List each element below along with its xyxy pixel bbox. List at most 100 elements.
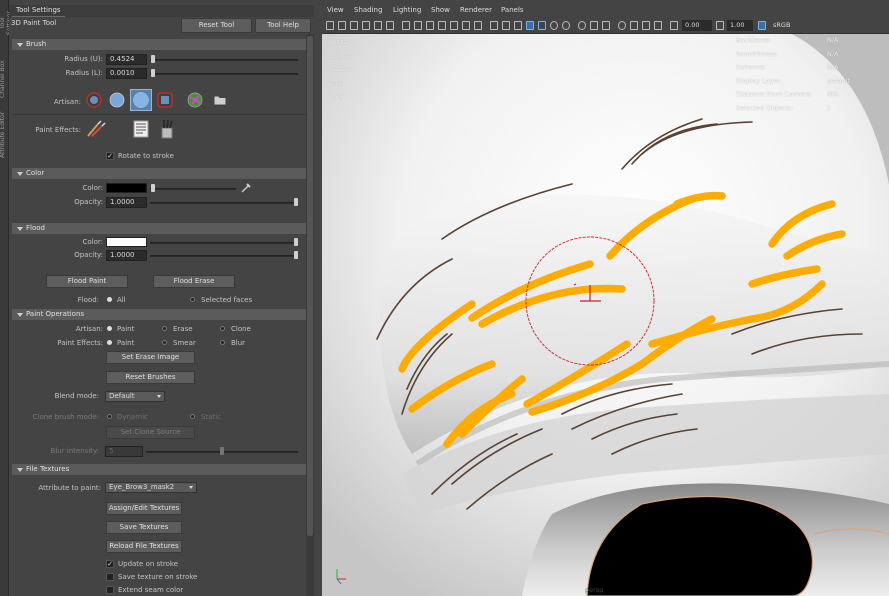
gamma-icon[interactable]: [716, 21, 724, 30]
image-plane-icon[interactable]: [362, 21, 370, 30]
menu-renderer[interactable]: Renderer: [460, 6, 492, 14]
radius-l-slider-thumb[interactable]: [151, 69, 156, 77]
tool-help-button[interactable]: Tool Help: [255, 18, 311, 33]
brush-square-icon[interactable]: [156, 91, 174, 109]
viewport-3d[interactable]: View Shading Lighting Show Renderer Pane…: [322, 4, 889, 596]
radius-u-field[interactable]: 0.4524: [106, 54, 147, 65]
artisan-op-paint-radio[interactable]: [107, 326, 112, 331]
radius-l-field[interactable]: 0.0010: [106, 68, 147, 79]
clone-static-radio[interactable]: [190, 414, 195, 419]
reset-tool-button[interactable]: Reset Tool: [181, 18, 252, 33]
textured-icon[interactable]: [538, 21, 546, 30]
save-texture-on-stroke-checkbox[interactable]: [106, 573, 114, 581]
field-chart-icon[interactable]: [450, 21, 458, 30]
camera-attributes-icon[interactable]: [338, 21, 346, 30]
color-opacity-field[interactable]: 1.0000: [106, 197, 147, 208]
flood-opacity-slider-thumb[interactable]: [294, 251, 298, 259]
brush-soft-icon[interactable]: [85, 91, 103, 109]
section-flood[interactable]: Flood: [12, 223, 307, 234]
reset-brushes-button[interactable]: Reset Brushes: [106, 371, 195, 384]
two-d-pan-icon[interactable]: [374, 21, 382, 30]
reload-file-textures-button[interactable]: Reload File Textures: [106, 540, 182, 553]
menu-show[interactable]: Show: [431, 6, 450, 14]
attribute-to-paint-dropdown[interactable]: Eye_Brow3_mask2: [105, 482, 197, 493]
panel-scrollbar-thumb[interactable]: [307, 36, 313, 536]
section-paint-operations[interactable]: Paint Operations: [12, 309, 307, 320]
effects-op-blur-radio[interactable]: [220, 340, 225, 345]
color-slider[interactable]: [150, 188, 236, 190]
brush-solid-large-icon[interactable]: [130, 89, 152, 111]
brushes-icon[interactable]: [159, 119, 175, 139]
xray-joints-icon[interactable]: [642, 21, 650, 30]
gate-mask-icon[interactable]: [438, 21, 446, 30]
menu-shading[interactable]: Shading: [354, 6, 382, 14]
resolution-gate-icon[interactable]: [426, 21, 434, 30]
effects-op-smear-radio[interactable]: [162, 340, 167, 345]
color-management-icon[interactable]: [758, 21, 766, 30]
flood-color-slider[interactable]: [150, 242, 298, 244]
section-brush[interactable]: Brush: [12, 39, 307, 50]
bookmark-icon[interactable]: [350, 21, 358, 30]
set-erase-image-button[interactable]: Set Erase Image: [106, 351, 195, 364]
smooth-shade-icon[interactable]: [502, 21, 510, 30]
select-camera-icon[interactable]: [326, 21, 334, 30]
blur-intensity-slider-thumb[interactable]: [220, 447, 224, 455]
rotate-to-stroke-checkbox[interactable]: ✓: [106, 152, 114, 160]
update-on-stroke-checkbox[interactable]: ✓: [106, 560, 114, 568]
default-material-icon[interactable]: [514, 21, 522, 30]
wireframe-on-shaded-icon[interactable]: [526, 21, 534, 30]
radius-l-slider[interactable]: [150, 73, 298, 75]
safe-title-icon[interactable]: [474, 21, 482, 30]
safe-action-icon[interactable]: [462, 21, 470, 30]
head-model-scene[interactable]: [322, 34, 889, 596]
xray-icon[interactable]: [630, 21, 638, 30]
color-swatch[interactable]: [106, 183, 147, 193]
color-opacity-slider-thumb[interactable]: [294, 198, 298, 206]
xray-components-icon[interactable]: [654, 21, 662, 30]
flood-opacity-field[interactable]: 1.0000: [106, 250, 147, 261]
flood-opacity-slider[interactable]: [150, 255, 298, 257]
isolate-select-icon[interactable]: [618, 21, 626, 30]
gamma-field[interactable]: 1.00: [727, 20, 753, 31]
save-textures-button[interactable]: Save Textures: [106, 521, 182, 534]
grease-pencil-icon[interactable]: [386, 21, 394, 30]
flood-paint-button[interactable]: Flood Paint: [46, 275, 128, 288]
color-opacity-slider[interactable]: [150, 202, 298, 204]
blur-intensity-field[interactable]: 5: [105, 446, 143, 457]
menu-view[interactable]: View: [327, 6, 344, 14]
grid-icon[interactable]: [402, 21, 410, 30]
flood-erase-button[interactable]: Flood Erase: [153, 275, 235, 288]
brush-texture-icon[interactable]: [186, 91, 204, 109]
wireframe-icon[interactable]: [490, 21, 498, 30]
menu-lighting[interactable]: Lighting: [393, 6, 421, 14]
flood-color-slider-thumb[interactable]: [294, 238, 298, 246]
folder-icon[interactable]: [214, 95, 226, 105]
tab-tool-settings[interactable]: Tool Settings: [12, 5, 65, 17]
flood-color-swatch[interactable]: [106, 237, 147, 247]
extend-seam-color-checkbox[interactable]: [106, 586, 114, 594]
use-all-lights-icon[interactable]: [550, 21, 558, 30]
color-space-label[interactable]: sRGB gamma: [770, 20, 820, 40]
motion-blur-icon[interactable]: [590, 21, 598, 30]
artisan-op-clone-radio[interactable]: [220, 326, 225, 331]
section-color[interactable]: Color: [12, 168, 307, 179]
flood-all-radio[interactable]: [107, 297, 112, 302]
radius-u-slider[interactable]: [150, 59, 298, 61]
screen-space-ao-icon[interactable]: [578, 21, 586, 30]
section-file-textures[interactable]: File Textures: [12, 464, 307, 475]
exposure-field[interactable]: 0.00: [682, 20, 712, 31]
paint-effects-brush-icon[interactable]: [86, 120, 106, 138]
menu-panels[interactable]: Panels: [501, 6, 524, 14]
radius-u-slider-thumb[interactable]: [151, 55, 156, 63]
set-clone-source-button[interactable]: Set Clone Source: [106, 426, 195, 439]
panel-scrollbar[interactable]: [306, 34, 314, 596]
blend-mode-dropdown[interactable]: Default: [105, 391, 165, 402]
color-slider-thumb[interactable]: [150, 184, 155, 192]
brush-settings-icon[interactable]: [133, 120, 149, 138]
artisan-op-erase-radio[interactable]: [162, 326, 167, 331]
exposure-icon[interactable]: [670, 21, 678, 30]
anti-aliasing-icon[interactable]: [602, 21, 610, 30]
assign-edit-textures-button[interactable]: Assign/Edit Textures: [106, 502, 182, 515]
eyedropper-icon[interactable]: [241, 183, 251, 193]
film-gate-icon[interactable]: [414, 21, 422, 30]
